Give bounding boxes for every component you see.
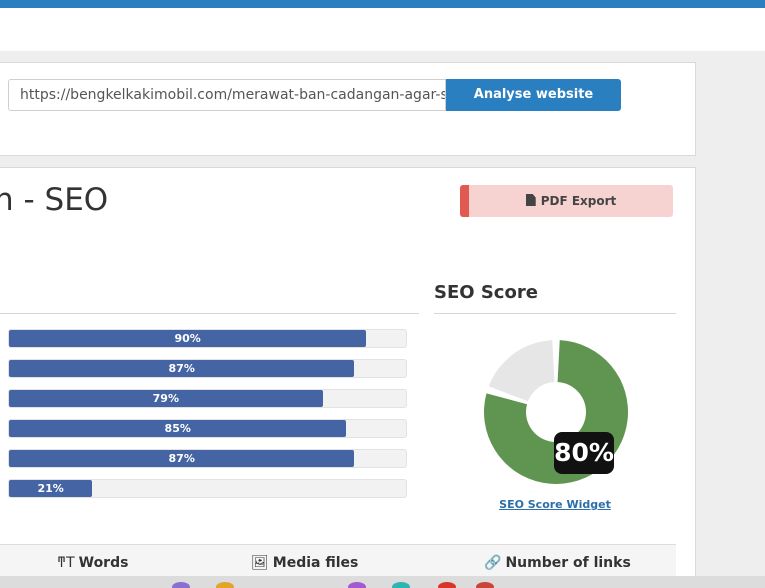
seo-score-widget-link[interactable]: SEO Score Widget (434, 498, 676, 511)
pdf-export-label: PDF Export (540, 194, 617, 208)
taskbar-app-icon[interactable] (348, 582, 366, 588)
link-icon: 🔗 (484, 555, 502, 571)
stat-words-label: Words (78, 555, 129, 571)
file-pdf-icon (525, 194, 536, 206)
image-icon: 🖼 (251, 555, 269, 571)
score-bar-label: 85% (164, 422, 191, 435)
taskbar-app-icon[interactable] (172, 582, 190, 588)
pdf-export-button[interactable]: PDF Export (460, 185, 673, 217)
seo-score-title: SEO Score (434, 282, 538, 303)
score-bar: 87% (8, 359, 407, 378)
top-accent-bar (0, 0, 765, 8)
score-bar: 90% (8, 329, 407, 348)
taskbar-app-icon[interactable] (476, 582, 494, 588)
seo-score-divider (434, 313, 676, 314)
score-bar-label: 90% (174, 332, 201, 345)
section-divider (0, 313, 419, 314)
seo-score-value: 80% (554, 432, 614, 474)
score-bar-label: 79% (152, 392, 179, 405)
stat-number-of-links: 🔗 Number of links (484, 555, 631, 571)
text-height-icon: ͳT (57, 555, 75, 571)
top-header-area (0, 8, 765, 51)
score-bar: 85% (8, 419, 407, 438)
analyse-website-button[interactable]: Analyse website (446, 79, 621, 111)
taskbar-folder-icon[interactable] (216, 582, 234, 588)
seo-score-remainder-segment (488, 340, 555, 402)
taskbar-app-icon[interactable] (392, 582, 410, 588)
score-bar-label: 87% (168, 452, 195, 465)
score-bar-label: 21% (37, 482, 64, 495)
stat-media-label: Media files (272, 555, 359, 571)
stat-words: ͳT Words (57, 555, 128, 571)
url-input[interactable]: https://bengkelkakimobil.com/merawat-ban… (8, 79, 446, 111)
page-title: n - SEO (0, 182, 109, 218)
score-bar: 79% (8, 389, 407, 408)
score-bar-label: 87% (168, 362, 195, 375)
stat-media-files: 🖼 Media files (251, 555, 358, 571)
stat-links-label: Number of links (505, 555, 631, 571)
score-bar: 87% (8, 449, 407, 468)
os-taskbar (0, 576, 765, 588)
score-bar: 21% (8, 479, 407, 498)
taskbar-browser-icon[interactable] (438, 582, 456, 588)
